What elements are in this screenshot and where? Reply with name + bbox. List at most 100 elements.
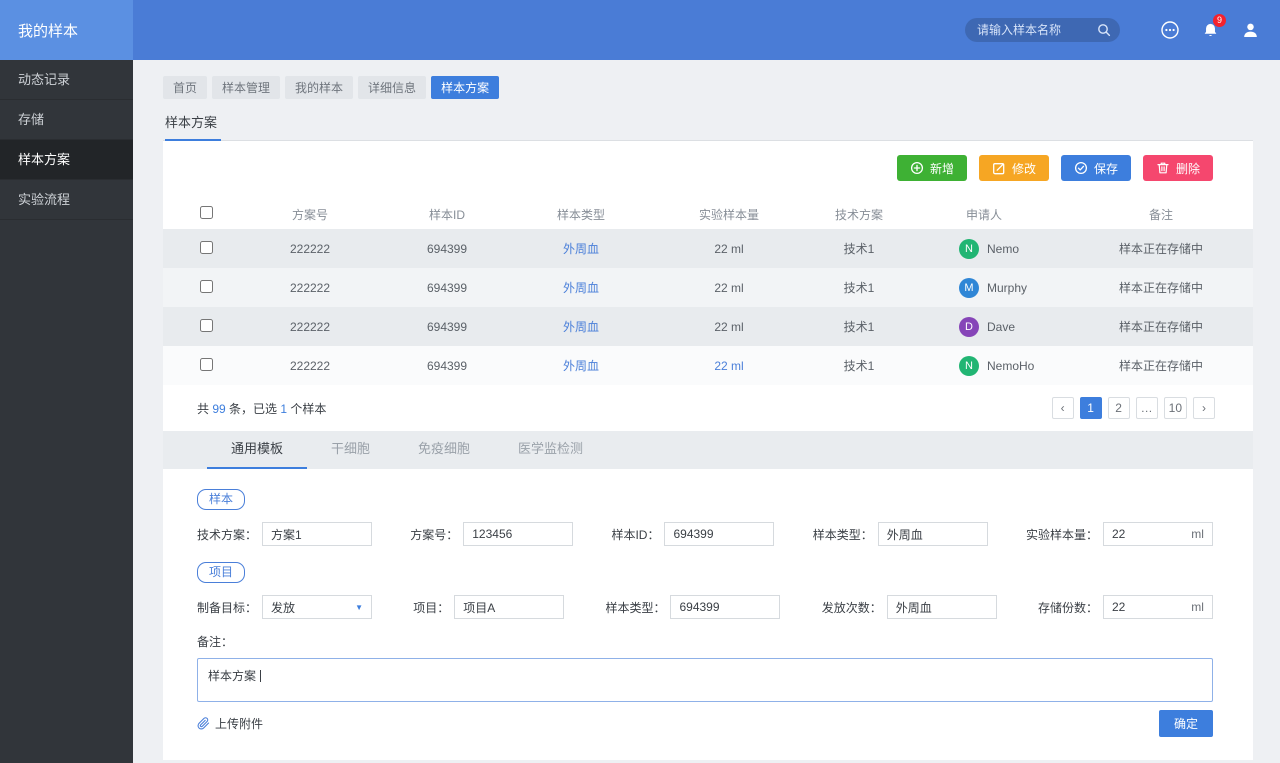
pagination: ‹ 1 2 … 10 ›	[1051, 397, 1215, 419]
tab-medical-testing[interactable]: 医学监检测	[494, 431, 607, 469]
project-input[interactable]	[463, 600, 556, 614]
cell-plan-no: 222222	[289, 319, 331, 334]
action-toolbar: 新增 修改 保存 删除	[163, 155, 1253, 181]
prepare-target-select[interactable]: 发放 ▼	[262, 595, 373, 619]
pagination-next[interactable]: ›	[1193, 397, 1215, 419]
sample-type2-input[interactable]	[679, 600, 772, 614]
release-count-field[interactable]	[886, 595, 997, 619]
sample-id-field[interactable]	[664, 522, 775, 546]
tab-immune-cell[interactable]: 免疫细胞	[394, 431, 494, 469]
storage-count-field[interactable]: ml	[1102, 595, 1213, 619]
cell-sample-type-link[interactable]: 外周血	[523, 279, 639, 296]
pagination-page-2[interactable]: 2	[1107, 397, 1130, 419]
breadcrumb-sample-management[interactable]: 样本管理	[212, 76, 281, 99]
summary-text: 条，已选	[225, 401, 281, 416]
plan-no-field[interactable]	[463, 522, 574, 546]
plan-no-input[interactable]	[472, 527, 565, 541]
sample-id-input[interactable]	[673, 527, 766, 541]
storage-unit: ml	[1191, 600, 1204, 614]
bell-icon[interactable]: 9	[1198, 14, 1226, 42]
search-icon[interactable]	[1096, 22, 1112, 38]
topbar-icons: 9	[1158, 14, 1262, 42]
search-input[interactable]	[977, 23, 1096, 37]
breadcrumb-detail-info[interactable]: 详细信息	[358, 76, 427, 99]
template-tabs: 通用模板 干细胞 免疫细胞 医学监检测	[163, 431, 1253, 469]
upload-attachment-link[interactable]: 上传附件	[197, 715, 263, 732]
tech-plan-input[interactable]	[271, 527, 364, 541]
header-plan-no: 方案号	[291, 207, 328, 222]
save-button[interactable]: 保存	[1060, 155, 1131, 181]
tab-stem-cell[interactable]: 干细胞	[307, 431, 394, 469]
sample-type-field[interactable]	[877, 522, 988, 546]
cell-applicant: M Murphy	[899, 277, 1069, 298]
more-icon[interactable]	[1158, 18, 1182, 42]
app-title: 我的样本	[18, 22, 79, 40]
section-header: 样本方案	[163, 112, 1253, 141]
header-tech-plan: 技术方案	[834, 207, 883, 222]
applicant-name: Murphy	[987, 280, 1028, 295]
user-icon[interactable]	[1238, 18, 1262, 42]
cell-sample-type-link[interactable]: 外周血	[523, 240, 639, 257]
sample-amount-field[interactable]: ml	[1102, 522, 1213, 546]
summary-text: 个样本	[287, 401, 327, 416]
page-title: 样本方案	[165, 112, 222, 141]
search-box[interactable]	[965, 18, 1120, 42]
table-row[interactable]: 222222 694399 外周血 22 ml 技术1 D Dave 样本正在存…	[163, 307, 1253, 346]
sample-id-label: 样本ID：	[611, 527, 660, 542]
tab-general-template[interactable]: 通用模板	[207, 431, 308, 469]
pagination-page-10[interactable]: 10	[1163, 397, 1187, 419]
sidebar-item-experiment-flow[interactable]: 实验流程	[0, 180, 133, 220]
storage-count-input[interactable]	[1111, 600, 1186, 614]
pagination-page-1[interactable]: 1	[1079, 397, 1102, 419]
selection-summary: 共 99 条，已选 1 个样本	[197, 400, 326, 417]
delete-button-label: 删除	[1175, 161, 1200, 176]
sample-type2-field[interactable]	[670, 595, 781, 619]
row-checkbox[interactable]	[199, 318, 213, 332]
sample-amount-label: 实验样本量：	[1025, 527, 1098, 542]
row-checkbox[interactable]	[199, 240, 213, 254]
sample-type-input[interactable]	[886, 527, 979, 541]
sample-type-label: 样本类型：	[812, 527, 873, 542]
row-checkbox[interactable]	[199, 357, 213, 371]
cell-plan-no: 222222	[289, 280, 331, 295]
table-row[interactable]: 222222 694399 外周血 22 ml 技术1 M Murphy 样本正…	[163, 268, 1253, 307]
sample-form: 样本 技术方案： 方案号： 样本ID： 样本类型：	[163, 469, 1253, 760]
applicant-name: NemoHo	[987, 358, 1035, 373]
breadcrumb-home[interactable]: 首页	[163, 76, 208, 99]
edit-button[interactable]: 修改	[978, 155, 1049, 181]
cell-plan-no: 222222	[289, 241, 331, 256]
tech-plan-field[interactable]	[262, 522, 373, 546]
remark-textarea[interactable]: 样本方案	[197, 658, 1213, 702]
storage-count-label: 存储份数：	[1037, 600, 1098, 615]
pagination-ellipsis[interactable]: …	[1135, 397, 1158, 419]
cell-sample-id: 694399	[426, 319, 468, 334]
sidebar: 动态记录 存储 样本方案 实验流程	[0, 60, 133, 763]
pagination-prev[interactable]: ‹	[1051, 397, 1074, 419]
select-all-checkbox[interactable]	[199, 206, 213, 219]
sidebar-item-sample-plan[interactable]: 样本方案	[0, 140, 133, 180]
sidebar-item-activity-log[interactable]: 动态记录	[0, 60, 133, 100]
project-field[interactable]	[454, 595, 565, 619]
table-footer: 共 99 条，已选 1 个样本 ‹ 1 2 … 10 ›	[163, 385, 1253, 431]
brand-block: 我的样本	[0, 0, 133, 60]
sidebar-item-storage[interactable]: 存储	[0, 100, 133, 140]
text-cursor	[260, 670, 262, 682]
cell-sample-type-link[interactable]: 外周血	[523, 318, 639, 335]
table-row[interactable]: 222222 694399 外周血 22 ml 技术1 N NemoHo 样本正…	[163, 346, 1253, 385]
total-count: 99	[212, 401, 226, 416]
add-button[interactable]: 新增	[896, 155, 967, 181]
chevron-down-icon[interactable]: ▼	[355, 603, 363, 612]
breadcrumb: 首页 样本管理 我的样本 详细信息 样本方案	[163, 76, 1253, 99]
row-checkbox[interactable]	[199, 279, 213, 293]
sample-amount-input[interactable]	[1111, 527, 1186, 541]
cell-amount: 22 ml	[714, 358, 744, 373]
prepare-target-label: 制备目标：	[197, 600, 258, 615]
delete-button[interactable]: 删除	[1142, 155, 1213, 181]
cell-sample-type-link[interactable]: 外周血	[523, 357, 639, 374]
release-count-input[interactable]	[895, 600, 988, 614]
confirm-button[interactable]: 确定	[1158, 710, 1213, 737]
table-row[interactable]: 222222 694399 外周血 22 ml 技术1 N Nemo 样本正在存…	[163, 229, 1253, 268]
edit-icon	[992, 161, 1006, 175]
breadcrumb-sample-plan[interactable]: 样本方案	[431, 76, 500, 99]
breadcrumb-my-samples[interactable]: 我的样本	[285, 76, 354, 99]
